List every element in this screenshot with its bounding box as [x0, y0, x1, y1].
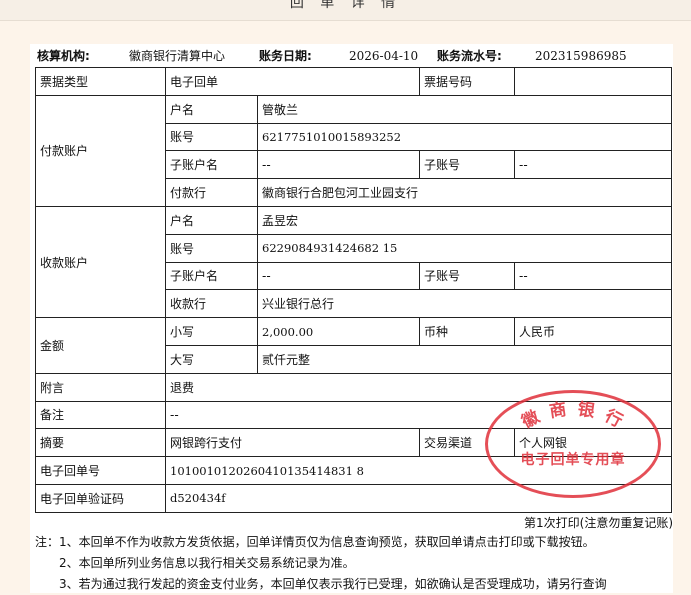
print-count-note: 第1次打印(注意勿重复记账): [524, 516, 673, 530]
payer-sub-no-label: 子账号: [419, 150, 515, 180]
table-row: 附言 退费: [35, 372, 672, 402]
bill-no-label: 票据号码: [419, 67, 515, 96]
org-value: 徽商银行清算中心: [129, 49, 226, 63]
payer-sub-no-value: --: [514, 150, 672, 180]
bill-no-value: [514, 67, 672, 96]
payer-section-label: 付款账户: [35, 94, 166, 207]
currency-label: 币种: [419, 317, 515, 346]
date-label: 账务日期:: [259, 49, 312, 63]
summary-value: 网银跨行支付: [165, 428, 420, 458]
payee-sub-no-label: 子账号: [419, 261, 515, 291]
currency-value: 人民币: [514, 317, 672, 346]
notes-block: 注：1、本回单不作为收款方发货依据，回单详情页仅为信息查询预览，获取回单请点击打…: [35, 532, 607, 595]
postscript-value: 退费: [165, 372, 672, 402]
table-row: 电子回单号 1010010120260410135414831 8: [35, 456, 672, 485]
table-row: 收款账户 户名 孟昱宏: [35, 205, 672, 319]
ereceipt-no-label: 电子回单号: [35, 456, 166, 485]
verify-code-value: d520434f: [165, 483, 672, 513]
table-row: 票据类型 电子回单 票据号码: [35, 67, 672, 96]
payee-sub-no-value: --: [514, 261, 672, 291]
payer-name-value: 管敬兰: [257, 94, 672, 124]
payer-account-value: 6217751010015893252: [257, 122, 672, 152]
serial-label: 账务流水号:: [437, 49, 502, 63]
serial-value: 202315986985: [535, 49, 627, 63]
summary-label: 摘要: [35, 428, 166, 458]
payer-sub-name-value: --: [257, 150, 420, 180]
remark-label: 备注: [35, 400, 166, 430]
payer-account-label: 账号: [165, 122, 258, 152]
payee-bank-value: 兴业银行总行: [257, 289, 672, 319]
payee-section-label: 收款账户: [35, 205, 166, 319]
amount-small-label: 小写: [165, 317, 258, 346]
date-value: 2026-04-10: [349, 49, 419, 63]
amount-big-label: 大写: [165, 344, 258, 374]
bill-type-value: 电子回单: [165, 67, 420, 96]
channel-value: 个人网银: [514, 428, 672, 458]
table-row: 备注 --: [35, 400, 672, 430]
receipt-table: 票据类型 电子回单 票据号码 付款账户 户名 管敬兰 账号 6217751010…: [35, 67, 672, 513]
payee-name-value: 孟昱宏: [257, 205, 672, 235]
receipt-paper: 核算机构: 徽商银行清算中心 账务日期: 2026-04-10 账务流水号: 2…: [30, 44, 673, 593]
receipt-header: 核算机构: 徽商银行清算中心 账务日期: 2026-04-10 账务流水号: 2…: [37, 46, 671, 66]
payee-name-label: 户名: [165, 205, 258, 235]
note-1: 注：1、本回单不作为收款方发货依据，回单详情页仅为信息查询预览，获取回单请点击打…: [35, 535, 595, 549]
table-row: 摘要 网银跨行支付 交易渠道 个人网银: [35, 428, 672, 458]
verify-code-label: 电子回单验证码: [35, 483, 166, 513]
amount-section-label: 金额: [35, 317, 166, 374]
note-3: 3、若为通过我行发起的资金支付业务，本回单仅表示我行已受理，如欲确认是否受理成功…: [59, 577, 607, 591]
table-row: 付款账户 户名 管敬兰: [35, 94, 672, 207]
channel-label: 交易渠道: [419, 428, 515, 458]
payee-account-label: 账号: [165, 233, 258, 263]
org-label: 核算机构:: [37, 49, 90, 63]
note-2: 2、本回单所列业务信息以我行相关交易系统记录为准。: [59, 556, 355, 570]
dialog-title: 回 单 详 情: [289, 0, 402, 11]
table-row: 电子回单验证码 d520434f: [35, 483, 672, 513]
remark-value: --: [165, 400, 672, 430]
payer-bank-value: 徽商银行合肥包河工业园支行: [257, 178, 672, 207]
payer-sub-name-label: 子账户名: [165, 150, 258, 180]
payee-sub-name-label: 子账户名: [165, 261, 258, 291]
table-row: 金额 小写 2,000.00 币种 人民币: [35, 317, 672, 374]
payer-bank-label: 付款行: [165, 178, 258, 207]
payee-account-value: 6229084931424682 15: [257, 233, 672, 263]
postscript-label: 附言: [35, 372, 166, 402]
payee-sub-name-value: --: [257, 261, 420, 291]
payer-name-label: 户名: [165, 94, 258, 124]
payee-bank-label: 收款行: [165, 289, 258, 319]
dialog-titlebar: 回 单 详 情: [0, 0, 691, 21]
ereceipt-no-value: 1010010120260410135414831 8: [165, 456, 672, 485]
amount-small-value: 2,000.00: [257, 317, 420, 346]
amount-big-value: 贰仟元整: [257, 344, 672, 374]
bill-type-label: 票据类型: [35, 67, 166, 96]
